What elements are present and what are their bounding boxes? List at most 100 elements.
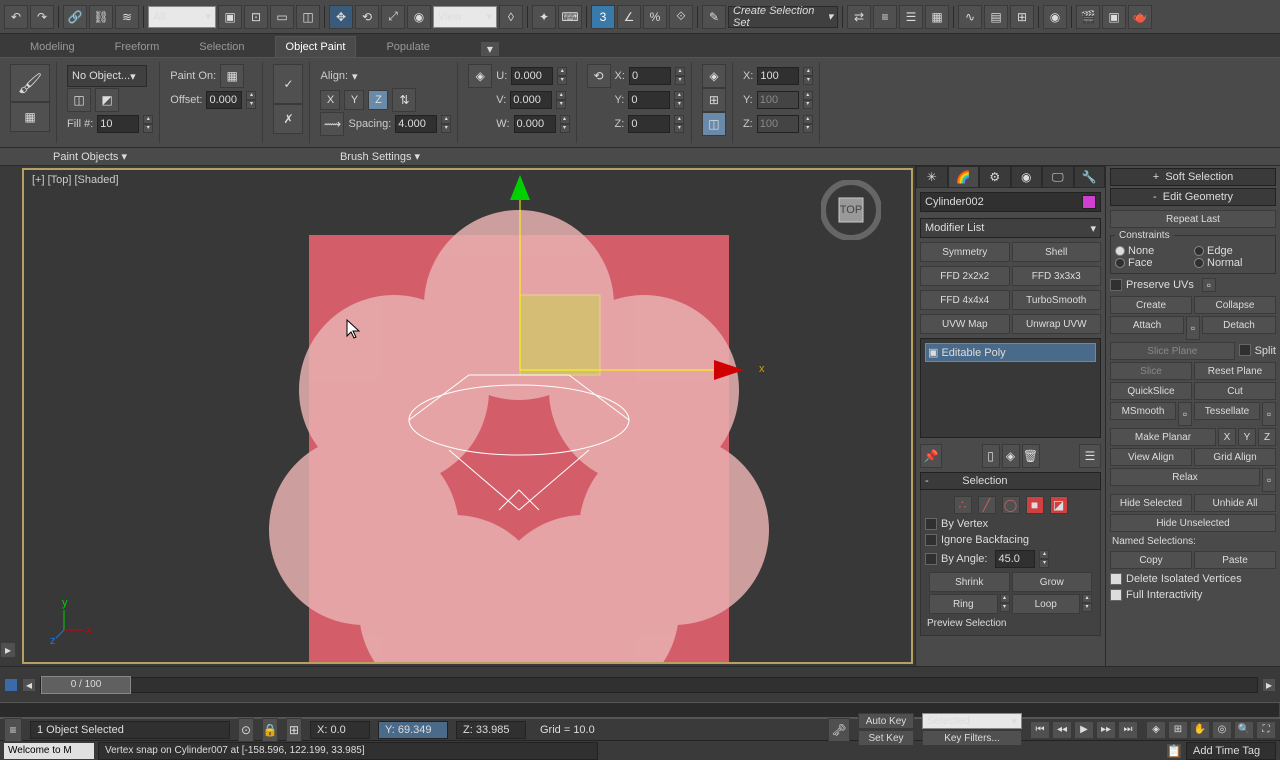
down-icon[interactable]: ▾ [246,100,256,109]
quickslice-button[interactable]: QuickSlice [1110,382,1192,400]
script-icon[interactable]: ≡ [4,718,22,742]
stack-editable-poly[interactable]: ▣ Editable Poly [925,343,1096,362]
coord-z[interactable]: Z: 33.985 [456,721,526,739]
repeat-last-button[interactable]: Repeat Last [1110,210,1276,228]
object-name-field[interactable]: Cylinder002 [920,192,1101,212]
select-region-icon[interactable]: ▭ [270,5,294,29]
modifier-stack[interactable]: ▣ Editable Poly [920,338,1101,438]
key-filters-button[interactable]: Key Filters... [922,730,1022,746]
slice-plane-button[interactable]: Slice Plane [1110,342,1235,360]
coordinate-dropdown[interactable]: View▾ [433,6,497,28]
ribbon-icon[interactable]: ▦ [925,5,949,29]
relax-settings-icon[interactable]: ▫ [1262,468,1276,492]
by-vertex-check[interactable] [925,518,937,530]
placement-icon[interactable]: ◉ [407,5,431,29]
schematic-icon[interactable]: ⊞ [1010,5,1034,29]
manipulate-icon[interactable]: ✦ [532,5,556,29]
viewport[interactable]: [+] [Top] [Shaded] [22,168,913,664]
rz-spinner[interactable]: 0 [628,115,670,133]
planar-z-button[interactable]: Z [1258,428,1276,446]
symmetry-button[interactable]: Symmetry [920,242,1010,262]
pan-icon[interactable]: ✋ [1190,721,1210,739]
remove-mod-icon[interactable]: 🗑 [1022,444,1040,468]
slice-button[interactable]: Slice [1110,362,1192,380]
pin-stack-icon[interactable]: 📌 [920,444,942,468]
render-setup-icon[interactable]: 🎬 [1076,5,1100,29]
constraint-none-radio[interactable] [1115,246,1125,256]
lock-icon[interactable]: 🔒 [262,718,278,742]
w-spinner[interactable]: 0.000 [514,115,556,133]
spacing-spinner[interactable]: 4.000 [395,115,437,133]
link-icon[interactable]: 🔗 [63,5,87,29]
percent-snap-icon[interactable]: % [643,5,667,29]
angle-spinner[interactable]: 45.0 [995,550,1035,568]
down-icon[interactable]: ▾ [143,124,153,133]
zoom-icon[interactable]: 🔍 [1234,721,1254,739]
motion-tab-icon[interactable]: ◉ [1011,166,1043,188]
play-icon[interactable]: ▸ [0,642,16,658]
uvwmap-button[interactable]: UVW Map [920,314,1010,334]
shrink-button[interactable]: Shrink [929,572,1010,592]
reset-plane-button[interactable]: Reset Plane [1194,362,1276,380]
tessellate-button[interactable]: Tessellate [1194,402,1260,420]
commit-icon[interactable]: ✓ [273,64,303,104]
unwrap-button[interactable]: Unwrap UVW [1012,314,1102,334]
make-unique-icon[interactable]: ◈ [1002,444,1020,468]
up-icon[interactable]: ▴ [246,91,256,100]
sy-spinner[interactable]: 100 [757,91,799,109]
sz-spinner[interactable]: 100 [757,115,799,133]
tab-modeling[interactable]: Modeling [20,37,85,57]
poly-subobj-icon[interactable]: ■ [1026,496,1044,514]
ribbon-min-icon[interactable]: ▾ [480,41,500,57]
copy-button[interactable]: Copy [1110,551,1192,569]
viewport-config-icon[interactable]: ⊞ [1168,721,1188,739]
attach-list-icon[interactable]: ▫ [1186,316,1200,340]
cut-button[interactable]: Cut [1194,382,1276,400]
abs-mode-icon[interactable]: ⊞ [286,718,302,742]
axis-y[interactable]: Y [344,90,364,110]
tessellate-settings-icon[interactable]: ▫ [1262,402,1276,426]
show-result-icon[interactable]: ▯ [982,444,1000,468]
timeline-next-icon[interactable]: ▸ [1262,678,1276,692]
material-icon[interactable]: ◉ [1043,5,1067,29]
sx-spinner[interactable]: 100 [757,67,799,85]
select-icon[interactable]: ▣ [218,5,242,29]
time-thumb[interactable]: 0 / 100 [41,676,131,694]
fill-spinner[interactable]: 10 [97,115,139,133]
msmooth-settings-icon[interactable]: ▫ [1178,402,1192,426]
cancel-icon[interactable]: ✗ [273,104,303,134]
uvw-icon[interactable]: ◈ [468,64,492,88]
lock-sel-icon[interactable]: ⊙ [238,718,254,742]
move-icon[interactable]: ✥ [329,5,353,29]
utilities-tab-icon[interactable]: 🔧 [1074,166,1106,188]
time-slider[interactable]: 0 / 100 [40,677,1258,693]
up-icon[interactable]: ▴ [143,115,153,124]
gizmo-y-arrow[interactable] [510,175,530,200]
soft-selection-rollout[interactable]: + Soft Selection [1110,168,1276,186]
edit-geometry-rollout[interactable]: - Edit Geometry [1110,188,1276,206]
edge-subobj-icon[interactable]: ╱ [978,496,996,514]
max-viewport-icon[interactable]: ⛶ [1256,721,1276,739]
spacing-icon[interactable]: ⟿ [320,112,344,136]
rotate-icon[interactable]: ⟲ [355,5,379,29]
angle-snap-icon[interactable]: ∠ [617,5,641,29]
turbosmooth-button[interactable]: TurboSmooth [1012,290,1102,310]
unhide-all-button[interactable]: Unhide All [1194,494,1276,512]
ry-spinner[interactable]: 0 [628,91,670,109]
brush-icon[interactable]: 🖌 [10,64,50,102]
collapse-button[interactable]: Collapse [1194,296,1276,314]
delete-isolated-check[interactable]: ✓ [1110,573,1122,585]
rx-spinner[interactable]: 0 [629,67,671,85]
timeline-prev-icon[interactable]: ◂ [22,678,36,692]
key-filter-dropdown[interactable]: Selected▾ [922,713,1022,729]
selection-filter-dropdown[interactable]: All▾ [148,6,216,28]
msmooth-button[interactable]: MSmooth [1110,402,1176,420]
scale-icon[interactable]: ⤢ [381,5,405,29]
time-tag-icon[interactable]: 📋 [1166,743,1182,759]
create-button[interactable]: Create [1110,296,1192,314]
relax-button[interactable]: Relax [1110,468,1260,486]
pivot-icon[interactable]: ◊ [499,5,523,29]
goto-end-icon[interactable]: ⏭ [1118,721,1138,739]
keyboard-icon[interactable]: ⌨ [558,5,582,29]
axis-z[interactable]: Z [368,90,388,110]
